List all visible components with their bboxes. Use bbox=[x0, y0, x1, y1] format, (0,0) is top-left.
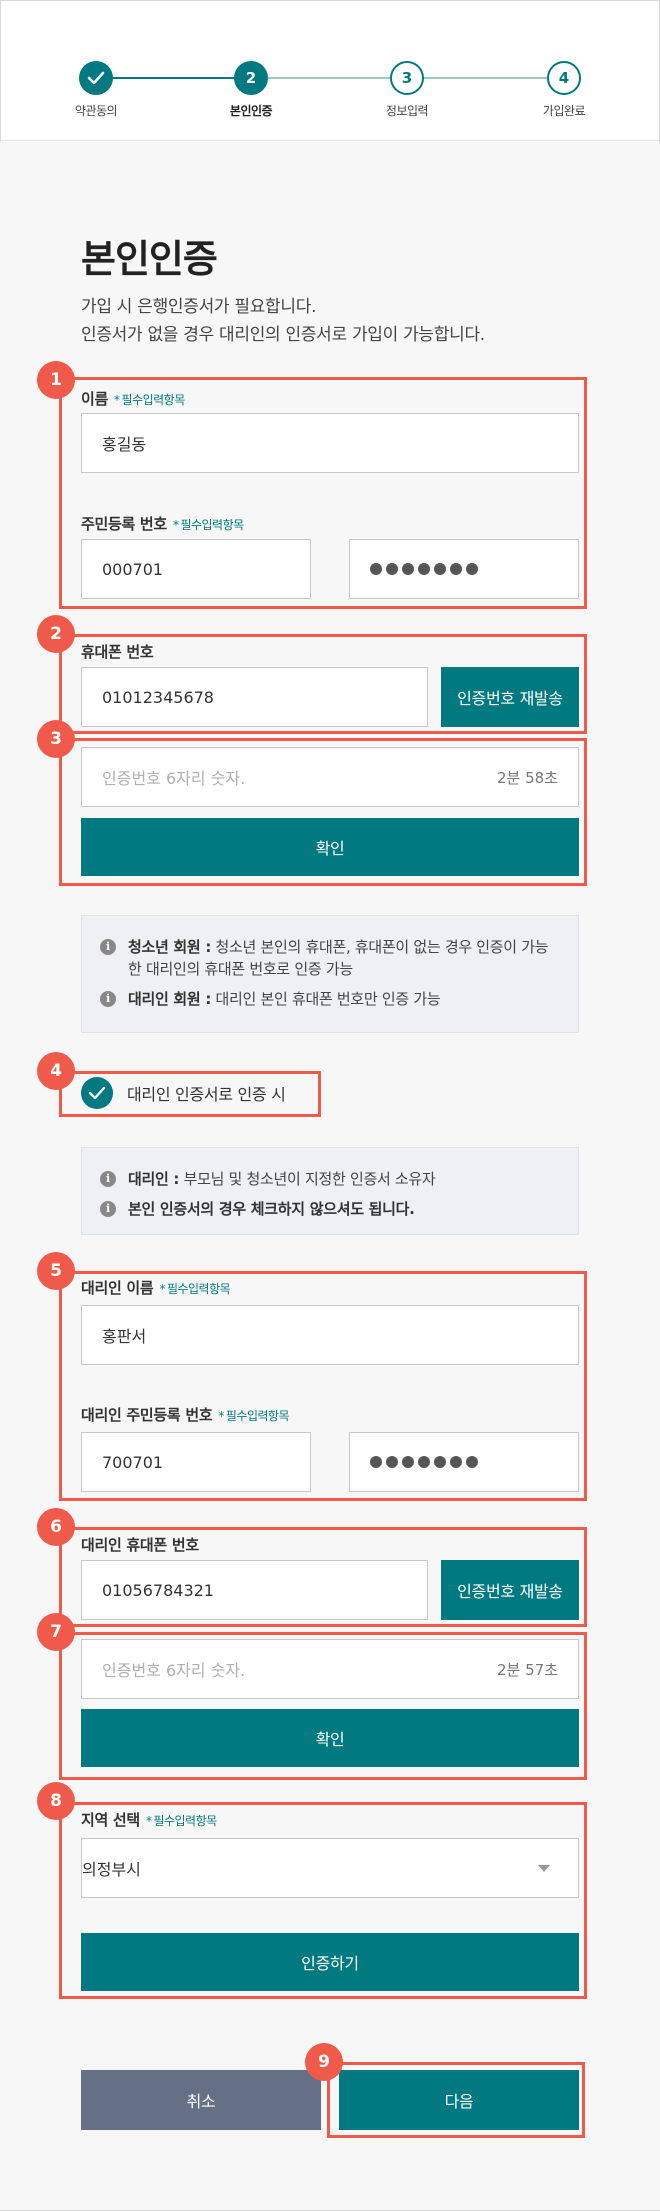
step-2-label: 본인인증 bbox=[229, 104, 273, 118]
info-term: 대리인 : bbox=[128, 1170, 180, 1188]
highlight-box-9 bbox=[327, 2062, 585, 2138]
info-term: 청소년 회원 : bbox=[128, 938, 212, 956]
step-3-circle: 3 bbox=[390, 61, 424, 95]
cancel-button[interactable]: 취소 bbox=[81, 2070, 321, 2130]
step-4-label: 가입완료 bbox=[542, 104, 586, 118]
info-box: i 청소년 회원 : 청소년 본인의 휴대폰, 휴대폰이 없는 경우 인증이 가… bbox=[81, 915, 579, 1033]
step-badge-8: 8 bbox=[37, 1782, 75, 1820]
page-title: 본인인증 bbox=[81, 237, 218, 281]
highlight-box-2 bbox=[59, 634, 587, 734]
info-icon: i bbox=[100, 1201, 116, 1217]
step-badge-5: 5 bbox=[37, 1252, 75, 1290]
step-badge-4: 4 bbox=[37, 1052, 75, 1090]
info-detail: 부모님 및 청소년이 지정한 인증서 소유자 bbox=[179, 1170, 436, 1188]
step-3-label: 정보입력 bbox=[385, 104, 429, 118]
info-detail: 본인 인증서의 경우 체크하지 않으셔도 됩니다. bbox=[128, 1200, 415, 1218]
info-text: 본인 인증서의 경우 체크하지 않으셔도 됩니다. bbox=[128, 1198, 415, 1220]
highlight-box-8 bbox=[59, 1802, 587, 1999]
step-line-done bbox=[96, 77, 251, 79]
info-text: 청소년 회원 : 청소년 본인의 휴대폰, 휴대폰이 없는 경우 인증이 가능한… bbox=[128, 936, 560, 980]
info-row: i 본인 인증서의 경우 체크하지 않으셔도 됩니다. bbox=[100, 1198, 560, 1220]
step-2-circle: 2 bbox=[234, 61, 268, 95]
step-badge-2: 2 bbox=[37, 615, 75, 653]
description-line-2: 인증서가 없을 경우 대리인의 인증서로 가입이 가능합니다. bbox=[81, 325, 485, 345]
step-badge-1: 1 bbox=[37, 361, 75, 399]
step-progress: 2 3 4 약관동의 본인인증 정보입력 가입완료 bbox=[0, 0, 660, 141]
info-row: i 대리인 : 부모님 및 청소년이 지정한 인증서 소유자 bbox=[100, 1168, 560, 1190]
step-badge-7: 7 bbox=[37, 1613, 75, 1651]
highlight-box-7 bbox=[59, 1632, 587, 1780]
info-text: 대리인 : 부모님 및 청소년이 지정한 인증서 소유자 bbox=[128, 1168, 436, 1190]
info-detail: 대리인 본인 휴대폰 번호만 인증 가능 bbox=[211, 990, 441, 1008]
info-row: i 청소년 회원 : 청소년 본인의 휴대폰, 휴대폰이 없는 경우 인증이 가… bbox=[100, 936, 560, 980]
description-line-1: 가입 시 은행인증서가 필요합니다. bbox=[81, 297, 317, 317]
info-term: 대리인 회원 : bbox=[128, 990, 212, 1008]
step-badge-9: 9 bbox=[305, 2043, 343, 2081]
step-4-circle: 4 bbox=[547, 61, 581, 95]
highlight-box-6 bbox=[59, 1527, 587, 1627]
info-icon: i bbox=[100, 991, 116, 1007]
highlight-box-5 bbox=[59, 1271, 587, 1501]
step-1-done-icon bbox=[79, 61, 113, 95]
info-text: 대리인 회원 : 대리인 본인 휴대폰 번호만 인증 가능 bbox=[128, 988, 441, 1010]
info-row: i 대리인 회원 : 대리인 본인 휴대폰 번호만 인증 가능 bbox=[100, 988, 560, 1010]
highlight-box-3 bbox=[59, 738, 587, 886]
step-badge-3: 3 bbox=[37, 720, 75, 758]
step-1-label: 약관동의 bbox=[74, 104, 118, 118]
info-icon: i bbox=[100, 1171, 116, 1187]
info-box: i 대리인 : 부모님 및 청소년이 지정한 인증서 소유자 i 본인 인증서의… bbox=[81, 1147, 579, 1235]
step-badge-6: 6 bbox=[37, 1508, 75, 1546]
highlight-box-4 bbox=[59, 1071, 321, 1117]
highlight-box-1 bbox=[59, 377, 587, 609]
info-icon: i bbox=[100, 939, 116, 955]
